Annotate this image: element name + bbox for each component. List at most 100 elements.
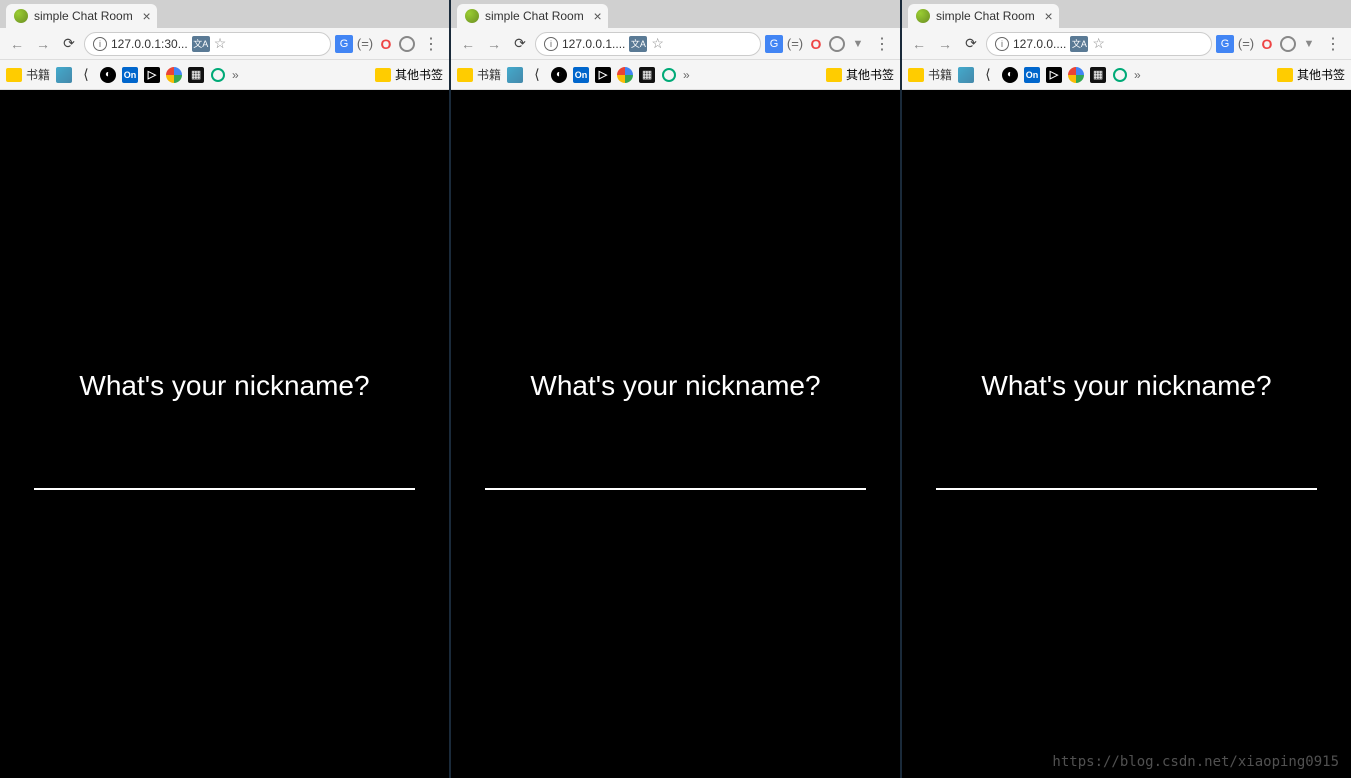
forward-button[interactable]: → (934, 33, 956, 55)
info-icon[interactable]: i (995, 37, 1009, 51)
google-translate-ext-icon[interactable]: G (335, 35, 353, 53)
bookmark-on-icon[interactable]: On (122, 67, 138, 83)
bookmark-github-icon[interactable]: ◐ (100, 67, 116, 83)
bookmark-overflow-icon[interactable]: » (1134, 68, 1141, 82)
opera-ext-icon[interactable]: O (807, 35, 825, 53)
url-text: 127.0.0.1.... (562, 37, 625, 51)
paren-ext-icon[interactable]: (=) (786, 35, 804, 53)
circle-ext-icon[interactable] (828, 35, 846, 53)
address-bar[interactable]: i 127.0.0.1.... 文A ☆ (535, 32, 761, 56)
address-bar[interactable]: i 127.0.0.1:30... 文A ☆ (84, 32, 331, 56)
bookmark-folder-books[interactable]: 书籍 (908, 66, 952, 83)
info-icon[interactable]: i (544, 37, 558, 51)
bookmark-google-icon[interactable] (1068, 67, 1084, 83)
close-icon[interactable]: × (143, 8, 151, 24)
browser-window-2: simple Chat Room × ← → ⟳ i 127.0.0.1....… (451, 0, 900, 778)
star-icon[interactable]: ☆ (214, 35, 227, 52)
back-button[interactable]: ← (457, 33, 479, 55)
reload-button[interactable]: ⟳ (960, 33, 982, 55)
bookmark-folder-books[interactable]: 书籍 (6, 66, 50, 83)
bookmark-folder-books[interactable]: 书籍 (457, 66, 501, 83)
opera-ext-icon[interactable]: O (1258, 35, 1276, 53)
bookmark-github-icon[interactable]: ◐ (551, 67, 567, 83)
nickname-input[interactable] (936, 457, 1318, 490)
menu-icon[interactable]: ⋮ (1321, 34, 1345, 54)
bookmark-d-icon[interactable]: ▷ (144, 67, 160, 83)
folder-icon (1277, 68, 1293, 82)
chevron-down-icon[interactable]: ▼ (1300, 35, 1318, 53)
bookmark-flipboard-icon[interactable] (507, 67, 523, 83)
address-bar[interactable]: i 127.0.0.... 文A ☆ (986, 32, 1212, 56)
translate-icon[interactable]: 文A (629, 36, 647, 52)
bookmark-square-icon[interactable]: ▦ (639, 67, 655, 83)
bookmark-bar: 书籍 ⟨ ◐ On ▷ ▦ » 其他书签 (902, 60, 1351, 90)
nickname-prompt: What's your nickname? (981, 370, 1271, 402)
bookmark-arrow-icon[interactable]: ⟨ (78, 67, 94, 83)
nickname-input[interactable] (485, 457, 867, 490)
page-content: What's your nickname? (0, 90, 449, 778)
bookmark-bar: 书籍 ⟨ ◐ On ▷ ▦ » 其他书签 (451, 60, 900, 90)
bookmark-overflow-icon[interactable]: » (232, 68, 239, 82)
page-content: What's your nickname? (902, 90, 1351, 778)
bookmark-square-icon[interactable]: ▦ (1090, 67, 1106, 83)
browser-tab[interactable]: simple Chat Room × (6, 4, 157, 28)
forward-button[interactable]: → (32, 33, 54, 55)
other-bookmarks-label: 其他书签 (846, 66, 894, 83)
bookmark-on-icon[interactable]: On (1024, 67, 1040, 83)
close-icon[interactable]: × (594, 8, 602, 24)
chevron-down-icon[interactable]: ▼ (849, 35, 867, 53)
folder-icon (6, 68, 22, 82)
nickname-input[interactable] (34, 457, 416, 490)
bookmark-green-icon[interactable] (210, 67, 226, 83)
bookmark-square-icon[interactable]: ▦ (188, 67, 204, 83)
back-button[interactable]: ← (6, 33, 28, 55)
star-icon[interactable]: ☆ (651, 35, 664, 52)
extension-icons: G (=) O ▼ ⋮ (1216, 34, 1345, 54)
nickname-prompt: What's your nickname? (530, 370, 820, 402)
browser-tab[interactable]: simple Chat Room × (908, 4, 1059, 28)
other-bookmarks[interactable]: 其他书签 (375, 66, 443, 83)
bookmark-green-icon[interactable] (661, 67, 677, 83)
other-bookmarks[interactable]: 其他书签 (826, 66, 894, 83)
translate-icon[interactable]: 文A (1070, 36, 1088, 52)
circle-ext-icon[interactable] (398, 35, 416, 53)
google-translate-ext-icon[interactable]: G (765, 35, 783, 53)
folder-icon (457, 68, 473, 82)
circle-ext-icon[interactable] (1279, 35, 1297, 53)
bookmark-flipboard-icon[interactable] (56, 67, 72, 83)
reload-button[interactable]: ⟳ (509, 33, 531, 55)
bookmark-flipboard-icon[interactable] (958, 67, 974, 83)
other-bookmarks[interactable]: 其他书签 (1277, 66, 1345, 83)
bookmark-arrow-icon[interactable]: ⟨ (980, 67, 996, 83)
bookmark-google-icon[interactable] (166, 67, 182, 83)
browser-window-3: simple Chat Room × ← → ⟳ i 127.0.0.... 文… (902, 0, 1351, 778)
info-icon[interactable]: i (93, 37, 107, 51)
bookmark-arrow-icon[interactable]: ⟨ (529, 67, 545, 83)
other-bookmarks-label: 其他书签 (395, 66, 443, 83)
tab-bar: simple Chat Room × (451, 0, 900, 28)
reload-button[interactable]: ⟳ (58, 33, 80, 55)
tab-title: simple Chat Room (936, 9, 1035, 23)
paren-ext-icon[interactable]: (=) (356, 35, 374, 53)
favicon-icon (916, 9, 930, 23)
bookmark-on-icon[interactable]: On (573, 67, 589, 83)
extension-icons: G (=) O ⋮ (335, 34, 443, 54)
bookmark-github-icon[interactable]: ◐ (1002, 67, 1018, 83)
other-bookmarks-label: 其他书签 (1297, 66, 1345, 83)
bookmark-green-icon[interactable] (1112, 67, 1128, 83)
bookmark-google-icon[interactable] (617, 67, 633, 83)
bookmark-d-icon[interactable]: ▷ (595, 67, 611, 83)
paren-ext-icon[interactable]: (=) (1237, 35, 1255, 53)
forward-button[interactable]: → (483, 33, 505, 55)
google-translate-ext-icon[interactable]: G (1216, 35, 1234, 53)
menu-icon[interactable]: ⋮ (419, 34, 443, 54)
back-button[interactable]: ← (908, 33, 930, 55)
menu-icon[interactable]: ⋮ (870, 34, 894, 54)
browser-tab[interactable]: simple Chat Room × (457, 4, 608, 28)
star-icon[interactable]: ☆ (1092, 35, 1105, 52)
opera-ext-icon[interactable]: O (377, 35, 395, 53)
translate-icon[interactable]: 文A (192, 36, 210, 52)
bookmark-overflow-icon[interactable]: » (683, 68, 690, 82)
bookmark-d-icon[interactable]: ▷ (1046, 67, 1062, 83)
close-icon[interactable]: × (1045, 8, 1053, 24)
